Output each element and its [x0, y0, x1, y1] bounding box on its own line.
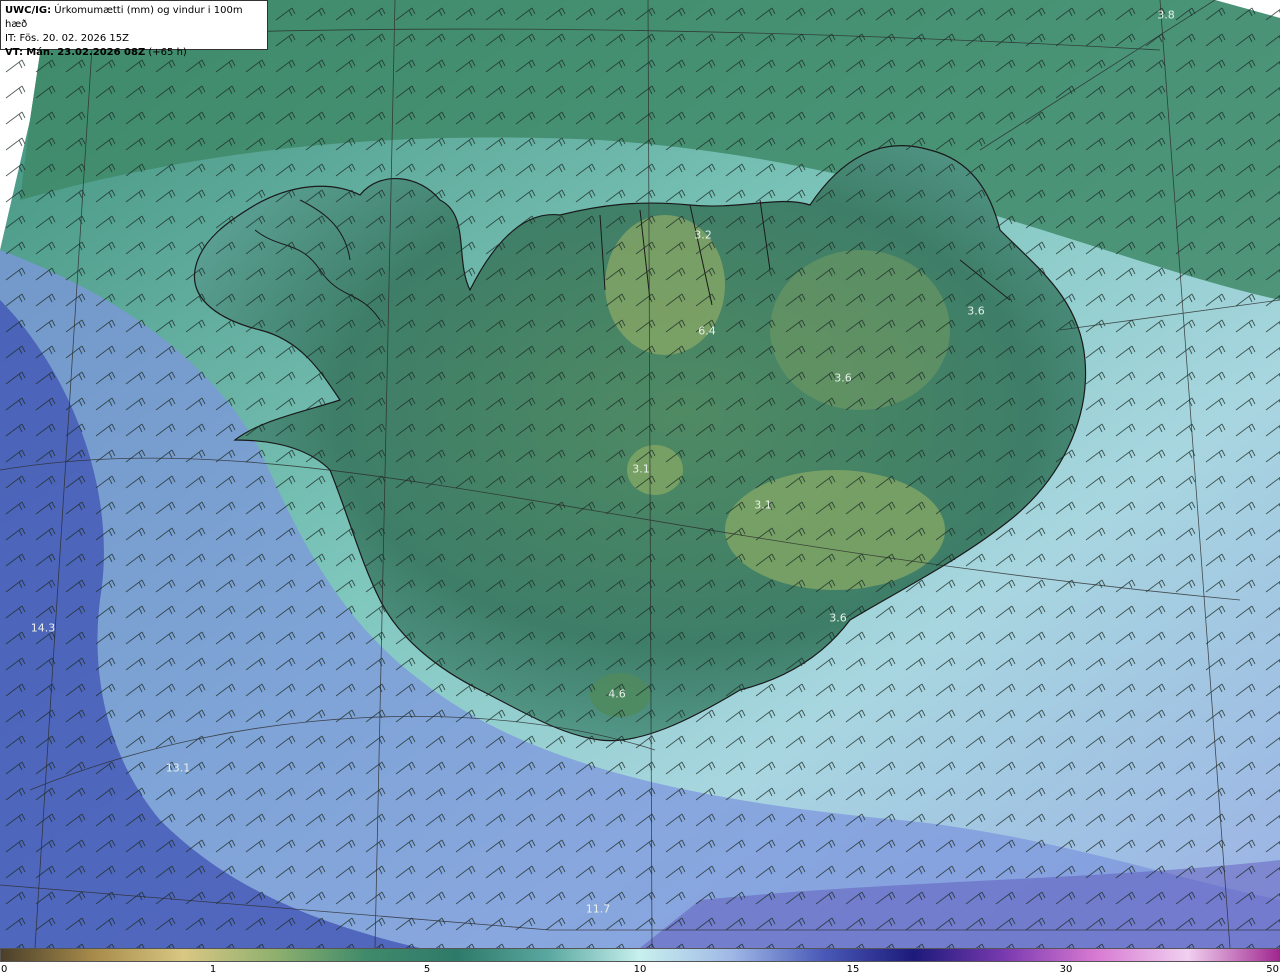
colorbar-tick: 0	[1, 964, 8, 975]
precipitable-water-map: 3.8 3.2 6.4 3.6 3.6 3.1 3.1 3.6 4.6 14.3…	[0, 0, 1280, 948]
value-label: 3.1	[632, 462, 650, 476]
map-title-box: UWC/IG: Úrkomumætti (mm) og vindur i 100…	[0, 0, 268, 58]
value-label: 11.7	[585, 902, 611, 916]
colorbar-tick: 50	[1266, 964, 1279, 975]
value-label: 3.2	[694, 228, 712, 242]
lead-time: (+65 h)	[148, 47, 187, 58]
value-label: 14.3	[30, 621, 56, 635]
value-label: 3.8	[1157, 8, 1175, 22]
product-code: UWC/IG:	[5, 5, 52, 16]
valid-time-line: VT: Mán. 23.02.2026 08Z (+65 h)	[5, 46, 263, 60]
colorbar-tick: 1	[209, 964, 217, 975]
value-label: 13.1	[165, 761, 191, 775]
value-label: 4.6	[608, 687, 626, 701]
value-label: 6.4	[698, 324, 716, 338]
value-label: 3.6	[967, 304, 985, 318]
colorbar-tick: 5	[423, 964, 431, 975]
init-time: IT: Fös. 20. 02. 2026 15Z	[5, 33, 129, 44]
colorbar-gradient	[0, 948, 1280, 962]
value-label: 3.1	[754, 498, 772, 512]
valid-time: Mán. 23.02.2026 08Z	[26, 47, 146, 58]
value-label: 3.6	[834, 371, 852, 385]
value-label: 3.6	[829, 611, 847, 625]
product-line: UWC/IG: Úrkomumætti (mm) og vindur i 100…	[5, 4, 263, 32]
colorbar-tick: 15	[846, 964, 860, 975]
valid-prefix: VT:	[5, 47, 24, 58]
colorbar-tick: 30	[1059, 964, 1073, 975]
colorbar-tick: 10	[633, 964, 647, 975]
colorbar: 0 1 5 10 15 30 50	[0, 948, 1280, 978]
